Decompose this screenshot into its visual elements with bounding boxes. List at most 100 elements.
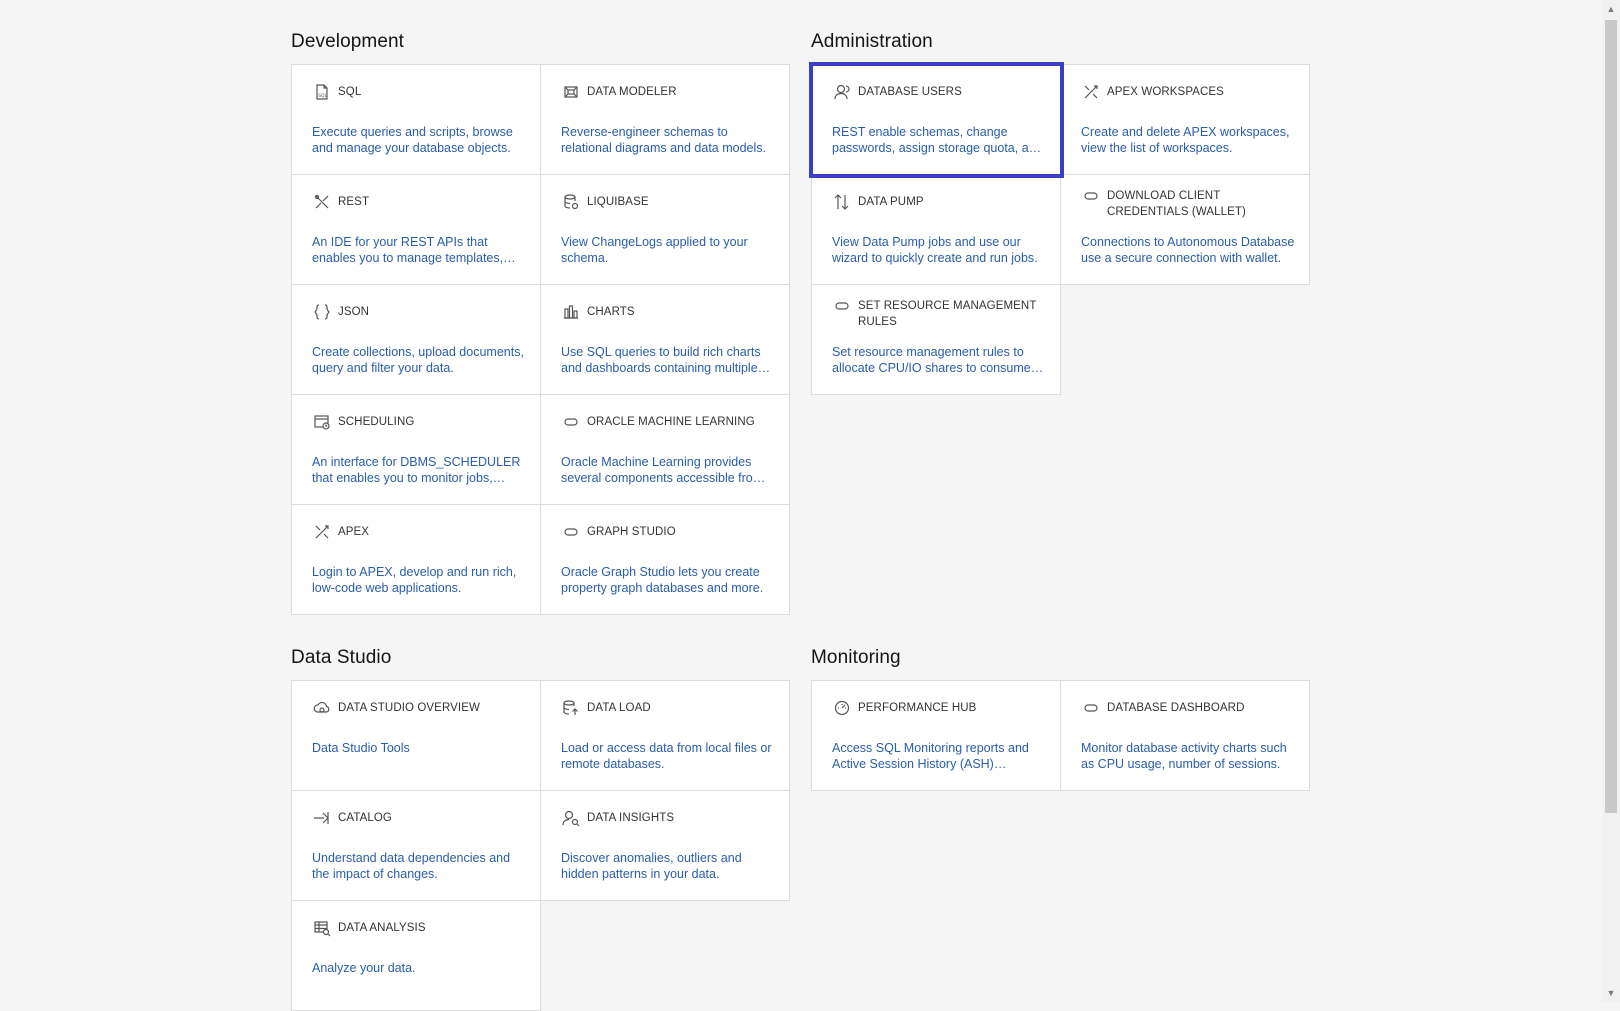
download-client-credentials-icon <box>1081 187 1101 205</box>
card-title: ORACLE MACHINE LEARNING <box>587 416 755 428</box>
card-title: DATABASE USERS <box>858 86 962 98</box>
card-description-link[interactable]: Understand data dependencies and the imp… <box>312 850 526 882</box>
card-data-load[interactable]: DATA LOAD Load or access data from local … <box>541 681 790 791</box>
card-description-link[interactable]: Monitor database activity charts such as… <box>1081 740 1295 772</box>
section-title-development: Development <box>291 31 405 52</box>
card-title: PERFORMANCE HUB <box>858 702 977 714</box>
scheduling-icon <box>312 413 332 431</box>
card-title: SET RESOURCE MANAGEMENT RULES <box>858 300 1037 328</box>
card-header: DATABASE DASHBOARD <box>1081 700 1299 717</box>
card-description-link[interactable]: Create and delete APEX workspaces, view … <box>1081 124 1295 156</box>
card-header: DATABASE USERS <box>832 84 1050 101</box>
card-header: DOWNLOAD CLIENT CREDENTIALS (WALLET) <box>1081 188 1299 220</box>
card-rest[interactable]: REST An IDE for your REST APIs that enabl… <box>292 175 541 285</box>
card-header: ORACLE MACHINE LEARNING <box>561 414 779 431</box>
card-data-modeler[interactable]: DATA MODELER Reverse-engineer schemas to … <box>541 65 790 175</box>
card-json[interactable]: JSON Create collections, upload documents… <box>292 285 541 395</box>
data-studio-overview-icon <box>312 699 332 717</box>
card-description-link[interactable]: View ChangeLogs applied to your schema. <box>561 234 775 266</box>
database-users-icon <box>832 83 852 101</box>
card-data-insights[interactable]: DATA INSIGHTS Discover anomalies, outlier… <box>541 791 790 901</box>
card-database-dashboard[interactable]: DATABASE DASHBOARD Monitor database activ… <box>1061 681 1310 791</box>
card-title: DATA INSIGHTS <box>587 812 675 824</box>
card-title: DATABASE DASHBOARD <box>1107 702 1245 714</box>
card-description-link[interactable]: Reverse-engineer schemas to relational d… <box>561 124 775 156</box>
card-description-link[interactable]: Execute queries and scripts, browse and … <box>312 124 526 156</box>
card-title: CHARTS <box>587 306 635 318</box>
card-description-link[interactable]: REST enable schemas, change passwords, a… <box>832 124 1046 156</box>
svg-text:SQL: SQL <box>318 93 327 99</box>
card-header: DATA LOAD <box>561 700 779 717</box>
apex-workspaces-icon <box>1081 83 1101 101</box>
card-title: GRAPH STUDIO <box>587 526 676 538</box>
page-scrollbar[interactable]: ▲ ▼ <box>1602 0 1620 1002</box>
card-description-link[interactable]: Analyze your data. <box>312 960 526 976</box>
charts-icon <box>561 303 581 321</box>
rest-icon <box>312 193 332 211</box>
graph-studio-icon <box>561 523 581 541</box>
catalog-icon <box>312 809 332 827</box>
card-title: DATA PUMP <box>858 196 924 208</box>
card-title: DATA MODELER <box>587 86 677 98</box>
card-charts[interactable]: CHARTS Use SQL queries to build rich char… <box>541 285 790 395</box>
data-studio-grid: DATA STUDIO OVERVIEW Data Studio Tools DAT… <box>291 680 790 1011</box>
card-apex-workspaces[interactable]: APEX WORKSPACES Create and delete APEX wo… <box>1061 65 1310 175</box>
card-catalog[interactable]: CATALOG Understand data dependencies and … <box>292 791 541 901</box>
card-description-link[interactable]: An IDE for your REST APIs that enables y… <box>312 234 526 266</box>
card-data-pump[interactable]: DATA PUMP View Data Pump jobs and use our… <box>812 175 1061 285</box>
administration-grid: DATABASE USERS REST enable schemas, chang… <box>809 62 1310 395</box>
section-title-administration: Administration <box>811 31 933 52</box>
data-load-icon <box>561 699 581 717</box>
card-description-link[interactable]: Login to APEX, develop and run rich, low… <box>312 564 526 596</box>
card-description-link[interactable]: Set resource management rules to allocat… <box>832 344 1046 376</box>
card-description-link[interactable]: Connections to Autonomous Database use a… <box>1081 234 1295 266</box>
card-description-link[interactable]: Oracle Graph Studio lets you create prop… <box>561 564 775 596</box>
card-title: APEX <box>338 526 370 538</box>
card-description-link[interactable]: An interface for DBMS_SCHEDULER that ena… <box>312 454 526 486</box>
card-data-studio-overview[interactable]: DATA STUDIO OVERVIEW Data Studio Tools <box>292 681 541 791</box>
card-liquibase[interactable]: LIQUIBASE View ChangeLogs applied to your… <box>541 175 790 285</box>
card-header: APEX WORKSPACES <box>1081 84 1299 101</box>
card-description-link[interactable]: Create collections, upload documents, qu… <box>312 344 526 376</box>
card-description-link[interactable]: Data Studio Tools <box>312 740 526 756</box>
scroll-up-arrow-icon[interactable]: ▲ <box>1602 0 1620 18</box>
card-graph-studio[interactable]: GRAPH STUDIO Oracle Graph Studio lets you… <box>541 505 790 615</box>
card-description-link[interactable]: View Data Pump jobs and use our wizard t… <box>832 234 1046 266</box>
card-download-client-credentials-wallet[interactable]: DOWNLOAD CLIENT CREDENTIALS (WALLET) Conn… <box>1061 175 1310 285</box>
card-description-link[interactable]: Access SQL Monitoring reports and Active… <box>832 740 1046 772</box>
card-header: CHARTS <box>561 304 779 321</box>
scroll-down-arrow-icon[interactable]: ▼ <box>1602 984 1620 1002</box>
liquibase-icon <box>561 193 581 211</box>
card-sql[interactable]: SQL SQL Execute queries and scripts, brows… <box>292 65 541 175</box>
card-description-link[interactable]: Use SQL queries to build rich charts and… <box>561 344 775 376</box>
card-description-link[interactable]: Discover anomalies, outliers and hidden … <box>561 850 775 882</box>
card-header: SET RESOURCE MANAGEMENT RULES <box>832 298 1050 330</box>
card-header: LIQUIBASE <box>561 194 779 211</box>
card-title: DATA ANALYSIS <box>338 922 426 934</box>
card-header: GRAPH STUDIO <box>561 524 779 541</box>
json-icon <box>312 303 332 321</box>
card-title: JSON <box>338 306 370 318</box>
scrollbar-thumb[interactable] <box>1605 20 1617 813</box>
card-header: REST <box>312 194 530 211</box>
database-dashboard-icon <box>1081 699 1101 717</box>
development-grid: SQL SQL Execute queries and scripts, brows… <box>291 64 790 615</box>
apex-icon <box>312 523 332 541</box>
card-scheduling[interactable]: SCHEDULING An interface for DBMS_SCHEDULE… <box>292 395 541 505</box>
card-header: SQL SQL <box>312 84 530 101</box>
section-title-monitoring: Monitoring <box>811 647 901 668</box>
card-set-resource-management-rules[interactable]: SET RESOURCE MANAGEMENT RULES Set resourc… <box>812 285 1061 395</box>
card-description-link[interactable]: Load or access data from local files or … <box>561 740 775 772</box>
set-resource-management-rules-icon <box>832 297 852 315</box>
card-description-link[interactable]: Oracle Machine Learning provides several… <box>561 454 775 486</box>
card-performance-hub[interactable]: PERFORMANCE HUB Access SQL Monitoring rep… <box>812 681 1061 791</box>
card-data-analysis[interactable]: DATA ANALYSIS Analyze your data. <box>292 901 541 1011</box>
performance-hub-icon <box>832 699 852 717</box>
card-apex[interactable]: APEX Login to APEX, develop and run rich,… <box>292 505 541 615</box>
card-title: APEX WORKSPACES <box>1107 86 1224 98</box>
card-header: DATA STUDIO OVERVIEW <box>312 700 530 717</box>
data-analysis-icon <box>312 919 332 937</box>
card-header: APEX <box>312 524 530 541</box>
card-oracle-machine-learning[interactable]: ORACLE MACHINE LEARNING Oracle Machine Le… <box>541 395 790 505</box>
card-database-users[interactable]: DATABASE USERS REST enable schemas, chang… <box>809 62 1064 178</box>
